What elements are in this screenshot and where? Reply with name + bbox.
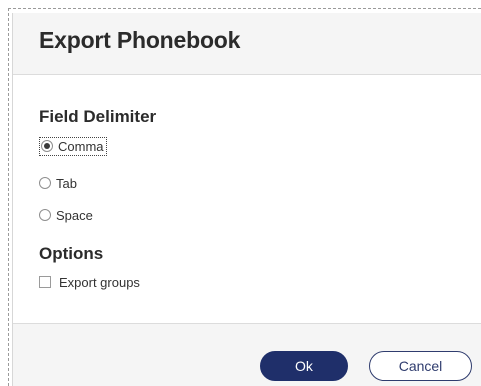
delimiter-option-tab[interactable]: Tab <box>39 174 77 192</box>
dialog-footer: Ok Cancel <box>13 323 481 386</box>
export-groups-label: Export groups <box>59 274 140 290</box>
delimiter-label-comma: Comma <box>58 138 104 154</box>
frame-left-border <box>8 8 9 386</box>
focus-outline: Comma <box>39 136 107 156</box>
dialog-title: Export Phonebook <box>39 27 241 53</box>
options-heading: Options <box>39 244 104 263</box>
radio-tab[interactable] <box>39 177 51 189</box>
delimiter-label-tab: Tab <box>56 175 77 191</box>
radio-space[interactable] <box>39 209 51 221</box>
frame-top-border <box>8 8 481 9</box>
delimiter-option-comma[interactable]: Comma <box>39 136 107 156</box>
ok-button[interactable]: Ok <box>260 351 348 381</box>
delimiter-label-space: Space <box>56 207 93 223</box>
page-frame: Export Phonebook Field Delimiter Comma T… <box>0 0 481 386</box>
cancel-button[interactable]: Cancel <box>369 351 472 381</box>
dialog-header: Export Phonebook <box>13 13 481 75</box>
export-groups-checkbox[interactable] <box>39 276 51 288</box>
export-groups-option[interactable]: Export groups <box>39 273 140 291</box>
export-phonebook-dialog: Export Phonebook Field Delimiter Comma T… <box>12 13 481 386</box>
field-delimiter-heading: Field Delimiter <box>39 107 157 126</box>
radio-comma[interactable] <box>41 140 53 152</box>
delimiter-option-space[interactable]: Space <box>39 206 93 224</box>
